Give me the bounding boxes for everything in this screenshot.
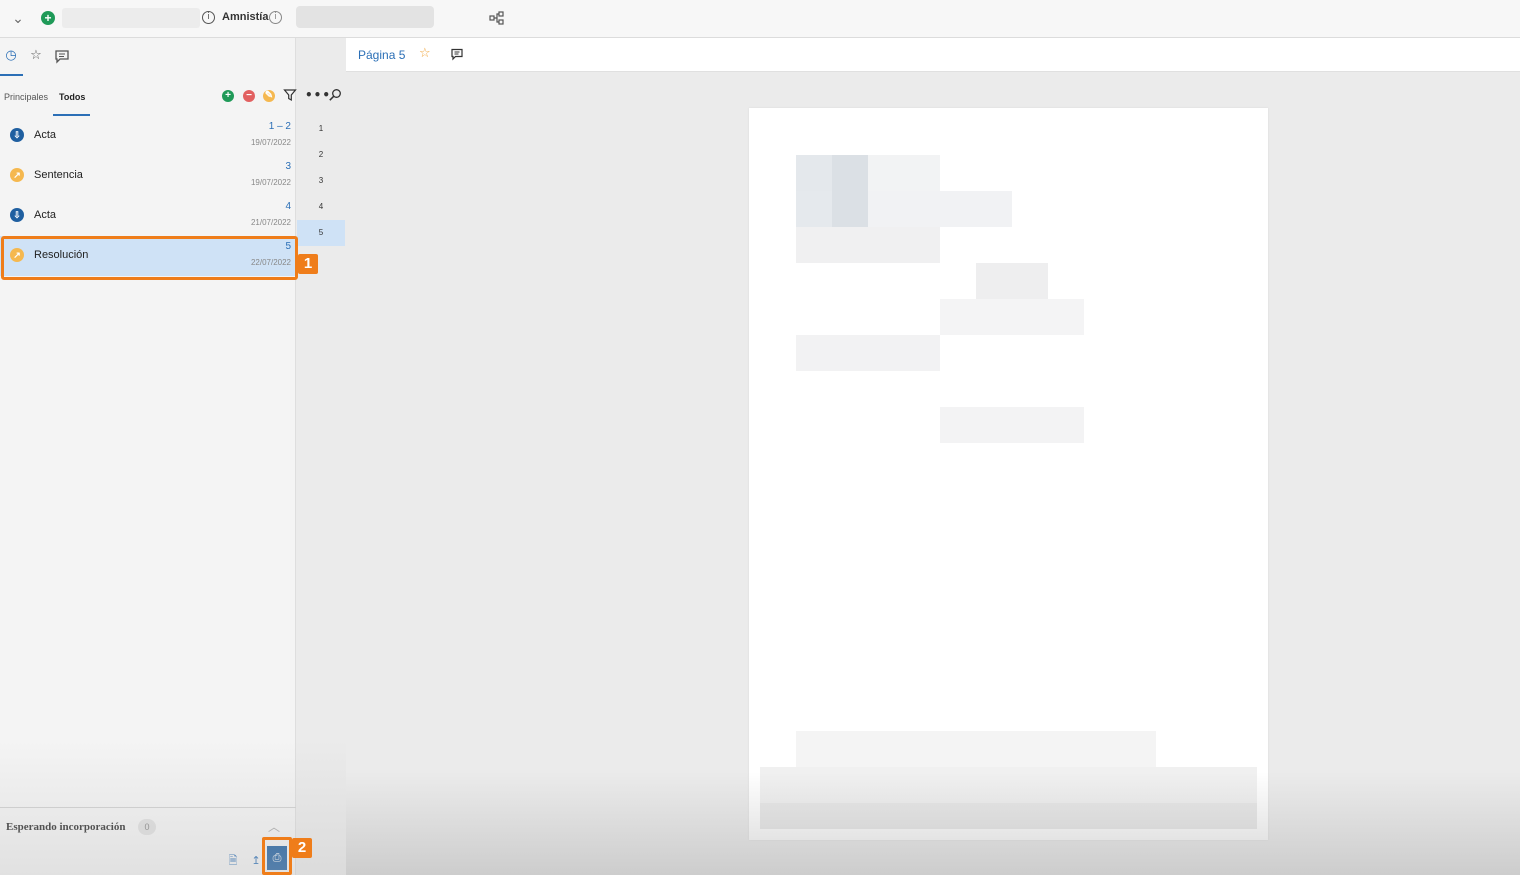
list-item[interactable]: ⇩ Acta 4 21/07/2022 xyxy=(0,196,296,236)
redacted-block xyxy=(976,263,1048,299)
list-item[interactable]: ⇩ Acta 1 – 2 19/07/2022 xyxy=(0,116,296,156)
document-pages: 4 xyxy=(285,201,291,212)
tab-todos[interactable]: Todos xyxy=(59,92,85,102)
document-type-icon: ⇩ xyxy=(10,208,24,222)
add-document-button[interactable]: + xyxy=(222,90,234,102)
comment-icon[interactable] xyxy=(450,47,464,61)
document-viewer xyxy=(346,72,1520,875)
viewer-header: Página 5 ☆ xyxy=(346,38,1520,72)
redacted-block xyxy=(832,155,868,227)
redacted-block xyxy=(796,191,832,227)
sidebar-view-switcher: ◷ ☆ xyxy=(0,38,296,76)
redacted-block xyxy=(796,227,940,263)
document-title: Acta xyxy=(34,209,57,221)
page-number[interactable]: 4 xyxy=(297,194,345,220)
list-item[interactable]: ↗ Sentencia 3 19/07/2022 xyxy=(0,156,296,196)
redacted-block xyxy=(796,335,940,371)
viewer-bottom-shade xyxy=(346,772,1520,875)
step-2-badge: 2 xyxy=(292,838,312,858)
clock-icon[interactable]: ◷ xyxy=(2,47,20,65)
documents-sidebar: ◷ ☆ Principales Todos + − ✎ ••• ⇩ Acta 1… xyxy=(0,38,341,875)
pending-label: Esperando incorporación xyxy=(6,821,126,833)
page-number[interactable]: 3 xyxy=(297,168,345,194)
document-date: 21/07/2022 xyxy=(250,218,291,227)
page-title: Página 5 xyxy=(358,48,406,62)
pending-section: Esperando incorporación 0 ︿ xyxy=(0,807,296,843)
more-options-icon[interactable]: ••• xyxy=(305,88,330,102)
document-icon[interactable]: 🗎 xyxy=(226,854,240,868)
step-1-highlight xyxy=(1,236,298,280)
add-case-icon[interactable]: + xyxy=(41,11,55,25)
comment-icon[interactable] xyxy=(53,47,71,65)
document-pages: 3 xyxy=(285,161,291,172)
top-bar: ⌄ + i Amnistía i xyxy=(0,0,1520,38)
filter-icon[interactable] xyxy=(283,88,297,102)
search-icon[interactable] xyxy=(328,88,342,102)
upload-icon[interactable]: ↥ xyxy=(249,854,263,868)
blurred-field xyxy=(296,6,434,28)
document-type-icon: ↗ xyxy=(10,168,24,182)
document-pages: 1 – 2 xyxy=(268,121,291,132)
case-info-icon[interactable]: i xyxy=(269,11,282,24)
tree-structure-icon[interactable] xyxy=(489,11,505,25)
redacted-block xyxy=(796,731,1156,767)
redacted-block xyxy=(868,155,940,191)
case-name: Amnistía xyxy=(222,11,269,23)
document-date: 19/07/2022 xyxy=(250,138,291,147)
tab-principales[interactable]: Principales xyxy=(4,92,48,102)
redacted-block xyxy=(940,407,1084,443)
page-number[interactable]: 1 xyxy=(297,116,345,142)
bottom-toolbar: 🗎 ↥ ⎙ xyxy=(0,843,296,875)
document-type-icon: ⇩ xyxy=(10,128,24,142)
collapse-chevron-icon[interactable]: ⌄ xyxy=(10,10,26,26)
active-view-indicator xyxy=(0,74,23,76)
step-2-highlight xyxy=(262,837,292,875)
star-icon[interactable]: ☆ xyxy=(27,47,45,65)
sidebar-tabs: Principales Todos + − ✎ ••• xyxy=(0,78,341,116)
star-icon[interactable]: ☆ xyxy=(419,46,431,61)
document-title: Sentencia xyxy=(34,169,83,181)
mark-document-button[interactable]: ✎ xyxy=(263,90,275,102)
step-1-badge: 1 xyxy=(298,254,318,274)
document-page xyxy=(749,108,1268,840)
page-number-active[interactable]: 5 xyxy=(297,220,345,246)
blurred-case-field xyxy=(62,8,200,28)
redacted-block xyxy=(868,191,1012,227)
redacted-block xyxy=(940,299,1084,335)
remove-document-button[interactable]: − xyxy=(243,90,255,102)
document-title: Acta xyxy=(34,129,57,141)
info-icon[interactable]: i xyxy=(202,11,215,24)
pending-count-badge: 0 xyxy=(138,819,156,835)
page-number[interactable]: 2 xyxy=(297,142,345,168)
chevron-up-icon[interactable]: ︿ xyxy=(268,818,280,835)
document-date: 19/07/2022 xyxy=(250,178,291,187)
